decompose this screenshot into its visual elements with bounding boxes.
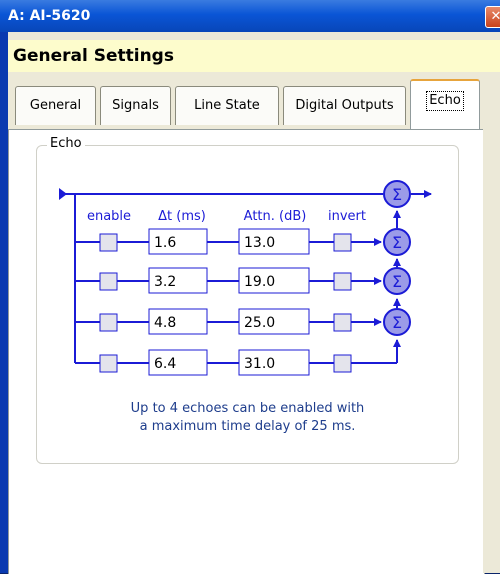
invert-checkbox-3[interactable] bbox=[333, 313, 352, 332]
info-text-line-2: a maximum time delay of 25 ms. bbox=[139, 419, 356, 434]
invert-checkbox-1[interactable] bbox=[333, 233, 352, 252]
enable-checkbox-1[interactable] bbox=[99, 233, 118, 252]
header-bar: General Settings bbox=[8, 40, 500, 72]
info-text-line-1: Up to 4 echoes can be enabled with bbox=[130, 401, 365, 416]
tab-digital-outputs-label: Digital Outputs bbox=[295, 98, 394, 113]
page-title: General Settings bbox=[13, 46, 174, 66]
invert-checkbox-2[interactable] bbox=[333, 272, 352, 291]
tab-line-state-label: Line State bbox=[194, 98, 260, 113]
col-dt-label: Δt (ms) bbox=[158, 209, 206, 224]
col-invert-label: invert bbox=[328, 209, 366, 224]
app-window: A: AI-5620 ✕ General Settings General Si… bbox=[0, 0, 500, 574]
title-bar[interactable]: A: AI-5620 ✕ bbox=[0, 0, 500, 32]
enable-checkbox-2[interactable] bbox=[99, 272, 118, 291]
sum-junction-1: Σ bbox=[383, 228, 411, 256]
tab-strip: General Signals Line State Digital Outpu… bbox=[8, 72, 500, 130]
delay-value-1: 1.6 bbox=[154, 235, 176, 251]
delay-value-3: 4.8 bbox=[154, 315, 176, 331]
col-attn-label: Attn. (dB) bbox=[244, 209, 307, 224]
sum-junction-3: Σ bbox=[383, 308, 411, 336]
svg-text:Σ: Σ bbox=[392, 313, 402, 332]
input-arrow bbox=[59, 188, 67, 200]
right-edge-panel bbox=[483, 129, 500, 573]
svg-text:Σ: Σ bbox=[392, 233, 402, 252]
delay-value-2: 3.2 bbox=[154, 274, 176, 290]
svg-text:Σ: Σ bbox=[392, 185, 402, 204]
window-left-border bbox=[0, 32, 8, 573]
attn-value-1: 13.0 bbox=[244, 235, 275, 251]
delay-value-4: 6.4 bbox=[154, 356, 176, 372]
attn-value-4: 31.0 bbox=[244, 356, 275, 372]
sum-junction-main: Σ bbox=[383, 180, 411, 208]
echo-groupbox: Echo Σ Σ Σ Σ enable Δt (ms) Attn. (dB) i… bbox=[36, 136, 459, 464]
tab-general[interactable]: General bbox=[15, 86, 96, 125]
tab-signals[interactable]: Signals bbox=[100, 86, 171, 125]
enable-checkbox-4[interactable] bbox=[99, 354, 118, 373]
attn-value-3: 25.0 bbox=[244, 315, 275, 331]
tab-echo-label: Echo bbox=[426, 91, 464, 111]
tab-echo[interactable]: Echo bbox=[410, 79, 480, 129]
tab-content-panel: Echo Σ Σ Σ Σ enable Δt (ms) Attn. (dB) i… bbox=[8, 129, 485, 574]
tab-line-state[interactable]: Line State bbox=[175, 86, 279, 125]
tab-signals-label: Signals bbox=[112, 98, 159, 113]
attn-value-2: 19.0 bbox=[244, 274, 275, 290]
tab-general-label: General bbox=[29, 98, 82, 113]
close-button[interactable]: ✕ bbox=[485, 6, 500, 28]
svg-text:Σ: Σ bbox=[392, 272, 402, 291]
sum-junction-2: Σ bbox=[383, 267, 411, 295]
window-title: A: AI-5620 bbox=[8, 8, 91, 24]
tab-digital-outputs[interactable]: Digital Outputs bbox=[283, 86, 406, 125]
enable-checkbox-3[interactable] bbox=[99, 313, 118, 332]
col-enable-label: enable bbox=[87, 209, 131, 224]
invert-checkbox-4[interactable] bbox=[333, 354, 352, 373]
